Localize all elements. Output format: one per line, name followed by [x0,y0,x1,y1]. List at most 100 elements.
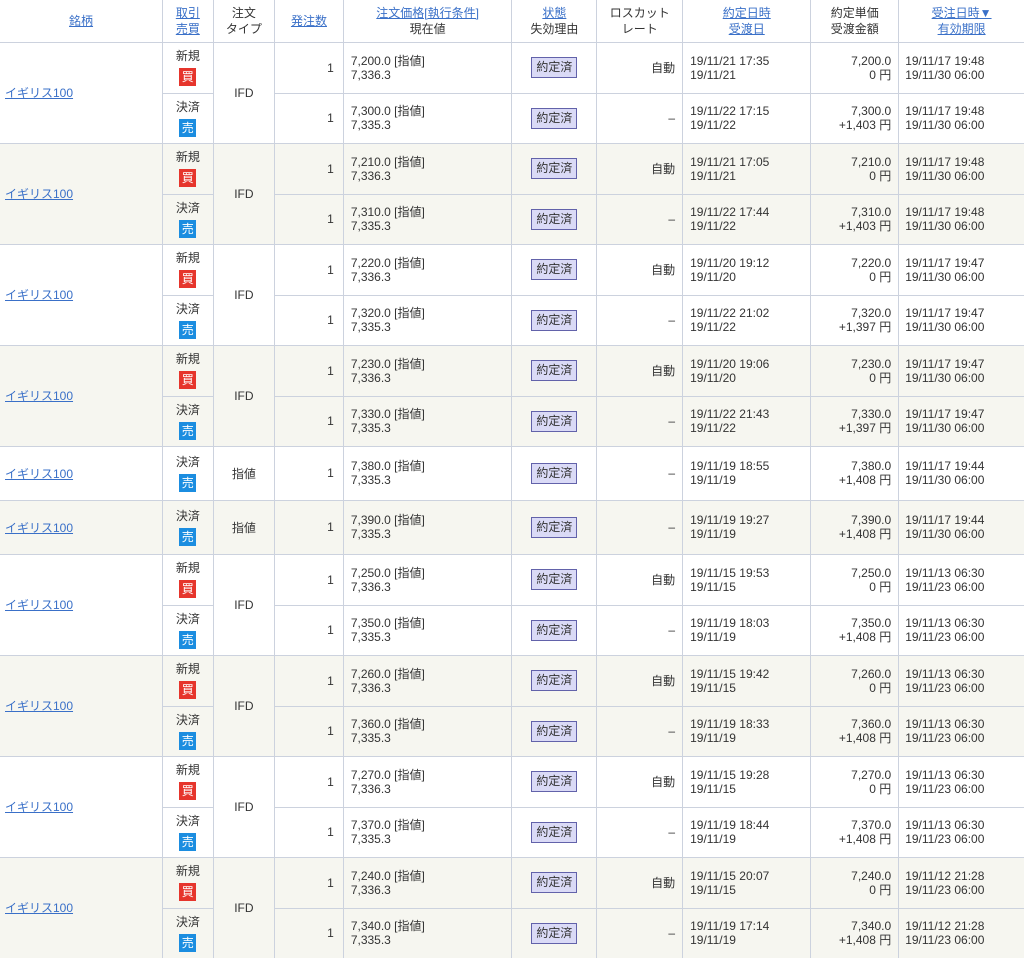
order-type-cell: 指値 [212,445,276,501]
symbol-link[interactable]: イギリス100 [5,387,73,404]
side-badge: 買 [179,270,197,288]
sort-status-link[interactable]: 状態 [513,5,596,21]
status-badge: 約定済 [531,107,578,129]
settlement-amount-value: +1,403 円 [838,219,892,233]
trade-side-cell: 決済売 [162,193,214,245]
quantity-cell: 1 [274,705,344,757]
order-row: イギリス100 新規買 IFD 1 7,220.0 [指値] 7,336.3 約定済 自動 19… [0,243,1024,346]
trade-type-label: 決済 [175,611,200,626]
execution-cell: 19/11/15 19:28 19/11/15 [682,755,812,808]
losscut-rate-cell: – [596,499,684,555]
quantity-value: 1 [327,466,334,480]
order-price-cell: 7,310.0 [指値] 7,335.3 [342,193,513,245]
sort-side-link[interactable]: 売買 [164,21,212,37]
side-badge: 買 [179,580,197,598]
quantity-cell: 1 [274,395,344,447]
expiry-value: 19/11/23 06:00 [905,579,985,594]
side-badge: 売 [179,630,197,649]
header-order-type-label-2: タイプ [225,21,262,36]
order-time-value: 19/11/17 19:48 [905,154,985,169]
side-badge: 売 [179,832,197,851]
order-time-cell: 19/11/17 19:48 19/11/30 06:00 [898,92,1024,144]
status-badge: 約定済 [531,410,578,432]
order-type-cell: IFD [212,856,276,959]
symbol-link[interactable]: イギリス100 [5,899,73,916]
symbol-link[interactable]: イギリス100 [5,596,73,613]
sort-quantity-link[interactable]: 発注数 [291,14,327,28]
order-time-value: 19/11/17 19:47 [905,356,985,371]
execution-time-value: 19/11/19 18:33 [690,717,770,731]
current-price-value: 7,335.3 [350,118,391,132]
trade-type-label: 新規 [175,49,200,63]
status-cell: 約定済 [511,856,598,909]
order-time-cell: 19/11/13 06:30 19/11/23 06:00 [898,755,1024,808]
order-time-cell: 19/11/17 19:47 19/11/30 06:00 [898,294,1024,346]
execution-unit-price-value: 7,330.0 [851,407,892,421]
losscut-rate-value: 自動 [651,775,676,789]
losscut-rate-value: 自動 [651,61,676,75]
trade-type-label: 新規 [175,662,200,676]
unit-price-cell: 7,310.0 +1,403 円 [810,193,900,245]
trade-type-label: 新規 [175,561,200,575]
quantity-cell: 1 [274,654,344,707]
quantity-value: 1 [327,825,334,839]
quantity-cell: 1 [274,193,344,245]
quantity-cell: 1 [274,856,344,909]
order-price-value: 7,230.0 [指値] [350,356,425,371]
header-trade-side: 取引 売買 [162,0,214,43]
settlement-date-value: 19/11/19 [690,933,736,948]
symbol-cell: イギリス100 [0,41,164,144]
sort-symbol-link[interactable]: 銘柄 [69,14,93,28]
symbol-link[interactable]: イギリス100 [5,84,73,101]
symbol-cell: イギリス100 [0,344,164,447]
execution-cell: 19/11/15 19:53 19/11/15 [682,553,812,606]
execution-time-value: 19/11/20 19:06 [690,356,770,371]
unit-price-cell: 7,270.0 0 円 [810,755,900,808]
trade-type-label: 新規 [175,864,200,878]
execution-unit-price-value: 7,300.0 [851,104,892,118]
trade-type-label: 決済 [175,914,200,929]
expiry-value: 19/11/30 06:00 [905,168,985,183]
losscut-rate-value: 自動 [651,263,676,277]
quantity-cell: 1 [274,41,344,94]
sort-settlement-date-link[interactable]: 受渡日 [684,21,810,37]
order-row: イギリス100 新規買 IFD 1 7,230.0 [指値] 7,336.3 約定済 自動 19… [0,344,1024,447]
order-price-value: 7,320.0 [指値] [350,306,425,320]
settlement-date-value: 19/11/20 [690,370,736,385]
order-price-value: 7,380.0 [指値] [350,459,425,473]
losscut-rate-cell: – [596,806,684,858]
sort-order-price-link[interactable]: 注文価格[執行条件] [344,5,511,21]
status-badge: 約定済 [531,462,578,484]
status-cell: 約定済 [511,344,598,397]
losscut-rate-value: – [668,466,676,480]
status-badge: 約定済 [531,516,578,538]
execution-time-value: 19/11/22 21:43 [690,407,770,421]
symbol-link[interactable]: イギリス100 [5,185,73,202]
trade-side-cell: 決済売 [162,294,214,346]
order-time-cell: 19/11/13 06:30 19/11/23 06:00 [898,654,1024,707]
status-cell: 約定済 [511,395,598,447]
symbol-link[interactable]: イギリス100 [5,465,73,482]
header-status: 状態 失効理由 [511,0,598,43]
symbol-link[interactable]: イギリス100 [5,286,73,303]
losscut-rate-cell: 自動 [596,856,684,909]
symbol-link[interactable]: イギリス100 [5,798,73,815]
sort-order-time-link[interactable]: 受注日時▼ [900,5,1023,21]
symbol-link[interactable]: イギリス100 [5,519,73,536]
current-price-value: 7,335.3 [350,320,391,334]
execution-time-value: 19/11/21 17:35 [690,53,770,68]
settlement-date-value: 19/11/22 [690,421,736,435]
settlement-date-value: 19/11/22 [690,118,736,132]
trade-side-cell: 新規買 [162,41,214,94]
side-badge: 買 [179,68,197,86]
sort-expiry-link[interactable]: 有効期限 [900,21,1023,37]
sort-trade-link[interactable]: 取引 [164,5,212,21]
symbol-link[interactable]: イギリス100 [5,697,73,714]
order-row: イギリス100 新規買 IFD 1 7,200.0 [指値] 7,336.3 約定済 自動 19… [0,41,1024,144]
sort-execution-time-link[interactable]: 約定日時 [684,5,810,21]
current-price-value: 7,335.3 [350,527,391,541]
unit-price-cell: 7,350.0 +1,408 円 [810,604,900,656]
expiry-value: 19/11/23 06:00 [905,781,985,796]
order-price-cell: 7,360.0 [指値] 7,335.3 [342,705,513,757]
trade-type-label: 新規 [175,150,200,164]
